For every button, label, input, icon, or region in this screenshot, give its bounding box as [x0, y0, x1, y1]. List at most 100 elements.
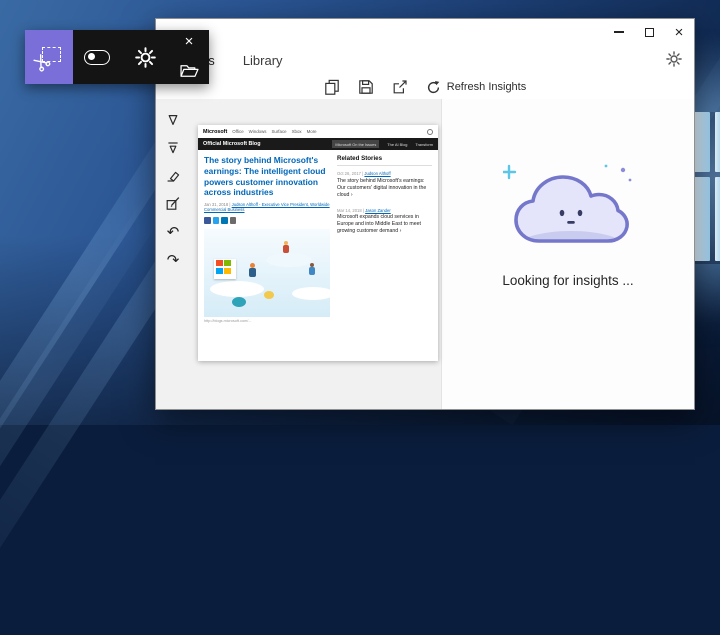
- minimize-button[interactable]: [604, 19, 634, 45]
- eraser-icon: [165, 168, 181, 184]
- snip-toolbar: ×: [25, 30, 209, 84]
- canvas-area: ↶ ↷ Microsoft Office Windows Surface Xbo…: [156, 99, 441, 409]
- related-story-meta: Oct 26, 2017 | Judson Althoff: [337, 171, 432, 176]
- redo-button[interactable]: ↷: [162, 251, 184, 269]
- share-button[interactable]: [392, 79, 408, 95]
- toolbar-settings-button[interactable]: [121, 30, 169, 84]
- window-content: ↶ ↷ Microsoft Office Windows Surface Xbo…: [156, 99, 694, 409]
- snip-nav-item: More: [307, 129, 317, 134]
- source-url: http://blogs.microsoft.com/...: [204, 319, 330, 323]
- illustration-shape: [232, 297, 246, 307]
- refresh-insights-button[interactable]: Refresh Insights: [426, 80, 526, 95]
- maximize-icon: [645, 28, 654, 37]
- blog-menu-item: The AI Blog: [387, 142, 407, 147]
- save-button[interactable]: [358, 79, 374, 95]
- minimize-icon: [614, 31, 624, 32]
- undo-button[interactable]: ↶: [162, 223, 184, 241]
- edit-tool-button[interactable]: [162, 195, 184, 213]
- settings-button[interactable]: [666, 51, 682, 70]
- pen-tool-button[interactable]: [162, 111, 184, 129]
- snip-nav-item: Windows: [249, 129, 267, 134]
- illustration-cloud: [266, 253, 312, 267]
- undo-icon: ↶: [167, 225, 180, 240]
- toolbar-close-button[interactable]: ×: [185, 34, 194, 49]
- capture-button[interactable]: [25, 30, 73, 84]
- save-icon: [358, 79, 374, 95]
- share-icon: [392, 79, 408, 95]
- ms-logo-square: [216, 268, 223, 274]
- snip-blog-bar: Official Microsoft Blog Microsoft On the…: [198, 138, 438, 150]
- article-date: Jan 31, 2018 |: [204, 202, 230, 207]
- pencil-tool-button[interactable]: [162, 139, 184, 157]
- open-file-button[interactable]: [180, 64, 199, 78]
- cloud-eye: [578, 210, 583, 216]
- toggle-button[interactable]: [73, 30, 121, 84]
- maximize-button[interactable]: [634, 19, 664, 45]
- snip-region-icon: [37, 47, 61, 67]
- related-story-date: Oct 26, 2017 |: [337, 171, 363, 176]
- windows-logo-glow: [693, 112, 720, 264]
- sparkle-dot: [629, 179, 632, 182]
- related-story-title: Microsoft expands cloud services in Euro…: [337, 214, 432, 235]
- illustration-person: [309, 267, 315, 275]
- sparkle-plus-icon: [504, 166, 516, 178]
- toggle-dot: [88, 53, 95, 60]
- gear-icon: [135, 47, 156, 68]
- window-controls: ×: [604, 19, 694, 45]
- gear-icon: [666, 51, 682, 67]
- snip-nav-brand: Microsoft: [203, 129, 227, 135]
- article-byline: Jan 31, 2018 | Judson Althoff - Executiv…: [204, 202, 330, 214]
- microsoft-logo: [214, 259, 236, 279]
- blog-title: Official Microsoft Blog: [203, 141, 261, 147]
- snip-insights-window: × Insights Library: [155, 18, 695, 410]
- cloud-illustration: [503, 161, 633, 257]
- eraser-tool-button[interactable]: [162, 167, 184, 185]
- copy-icon: [324, 79, 340, 95]
- related-story-date: Mar 14, 2018 |: [337, 208, 364, 213]
- ms-logo-square: [224, 260, 231, 266]
- tab-library[interactable]: Library: [243, 53, 283, 68]
- close-icon: ×: [185, 34, 194, 49]
- snipped-image: Microsoft Office Windows Surface Xbox Mo…: [198, 125, 438, 361]
- facebook-icon: [204, 217, 211, 224]
- sparkle-dot: [605, 165, 608, 168]
- illustration-cloud: [292, 287, 330, 300]
- snip-nav-item: Surface: [271, 129, 286, 134]
- toolbar-right-section: ×: [169, 30, 209, 84]
- illustration-person: [283, 245, 289, 253]
- article-headline: The story behind Microsoft's earnings: T…: [204, 155, 330, 198]
- snip-nav-item: Office: [232, 129, 243, 134]
- social-share-row: [204, 217, 330, 224]
- related-story: Oct 26, 2017 | Judson Althoff The story …: [337, 171, 432, 199]
- redo-icon: ↷: [167, 253, 180, 268]
- mail-icon: [230, 217, 237, 224]
- twitter-icon: [213, 217, 220, 224]
- logo-pane: [715, 112, 720, 172]
- blog-menu-item: Transform: [415, 142, 433, 147]
- sparkle-dot: [621, 168, 625, 172]
- illustration-cloud: [210, 281, 264, 297]
- refresh-icon: [426, 80, 441, 95]
- linkedin-icon: [221, 217, 228, 224]
- ms-logo-square: [216, 260, 223, 266]
- article-column: The story behind Microsoft's earnings: T…: [204, 155, 330, 323]
- insights-status-text: Looking for insights ...: [502, 273, 633, 288]
- refresh-insights-label: Refresh Insights: [447, 81, 526, 93]
- snip-article-body: The story behind Microsoft's earnings: T…: [198, 150, 438, 328]
- logo-pane: [693, 112, 710, 172]
- folder-open-icon: [180, 64, 199, 78]
- ms-logo-square: [224, 268, 231, 274]
- titlebar[interactable]: ×: [156, 19, 694, 45]
- close-button[interactable]: ×: [664, 19, 694, 45]
- article-illustration: [204, 229, 330, 317]
- illustration-shape: [264, 291, 274, 299]
- cloud-eye: [560, 210, 565, 216]
- search-icon: [427, 129, 433, 135]
- edit-icon: [165, 196, 181, 212]
- pen-icon: [165, 112, 181, 128]
- cloud-mouth: [567, 221, 575, 224]
- copy-button[interactable]: [324, 79, 340, 95]
- related-story-author: Jason Zander: [365, 208, 391, 213]
- illustration-person: [249, 268, 256, 277]
- action-toolbar: Refresh Insights: [156, 75, 694, 99]
